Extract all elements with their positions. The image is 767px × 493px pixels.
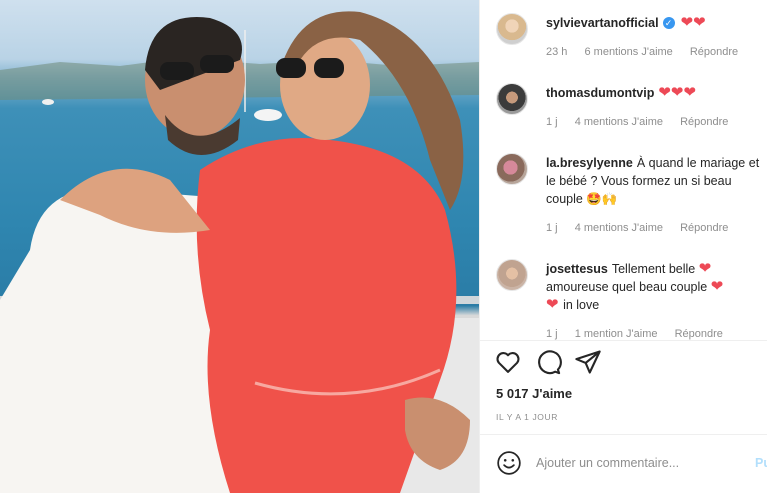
comment-body: thomasdumontvip ❤❤❤ <box>546 84 764 102</box>
post-photo[interactable] <box>0 0 479 493</box>
comment-input[interactable] <box>536 454 736 472</box>
comment-emoji: 🤩🙌 <box>586 192 618 206</box>
heart-emoji: ❤❤❤ <box>658 84 697 101</box>
reply-button[interactable]: Répondre <box>680 116 728 128</box>
comment-meta: 1 j 1 mention J'aime Répondre <box>546 328 737 340</box>
comment-text: amoureuse quel beau couple <box>546 280 708 294</box>
emoji-icon[interactable] <box>496 450 522 476</box>
avatar[interactable] <box>496 83 528 115</box>
comment-time[interactable]: 1 j <box>546 328 558 340</box>
divider <box>480 434 767 435</box>
comment-time[interactable]: 1 j <box>546 116 558 128</box>
reply-button[interactable]: Répondre <box>680 222 728 234</box>
heart-emoji: ❤ <box>710 278 724 295</box>
heart-emoji: ❤ <box>698 260 712 277</box>
photo-illustration <box>0 11 479 493</box>
avatar[interactable] <box>496 13 528 45</box>
comment-meta: 23 h 6 mentions J'aime Répondre <box>546 46 752 58</box>
comment-username[interactable]: sylvievartanofficial <box>546 16 659 30</box>
heart-icon[interactable] <box>494 348 522 376</box>
comment-icon[interactable] <box>534 348 562 376</box>
comment-username[interactable]: josettesus <box>546 262 608 276</box>
publish-button[interactable]: Pu <box>755 456 767 470</box>
comment-likes[interactable]: 6 mentions J'aime <box>584 46 672 58</box>
comment-likes[interactable]: 1 mention J'aime <box>575 328 658 340</box>
divider <box>480 340 767 341</box>
share-icon[interactable] <box>574 348 602 376</box>
comment-likes[interactable]: 4 mentions J'aime <box>575 116 663 128</box>
likes-count[interactable]: 5 017 J'aime <box>496 386 572 401</box>
comment-body: la.bresylyenne À quand le mariage et le b… <box>546 154 764 208</box>
post-side-panel: sylvievartanofficial ✓ ❤❤ 23 h 6 mentions … <box>480 0 767 493</box>
avatar[interactable] <box>496 153 528 185</box>
avatar[interactable] <box>496 259 528 291</box>
comment-username[interactable]: thomasdumontvip <box>546 86 654 100</box>
comment-time[interactable]: 23 h <box>546 46 567 58</box>
reply-button[interactable]: Répondre <box>690 46 738 58</box>
comment-username[interactable]: la.bresylyenne <box>546 156 633 170</box>
comment-meta: 1 j 4 mentions J'aime Répondre <box>546 116 742 128</box>
comment-likes[interactable]: 4 mentions J'aime <box>575 222 663 234</box>
heart-emoji: ❤❤ <box>680 14 706 31</box>
comment-text: in love <box>563 298 600 312</box>
comment-body: josettesus Tellement belle ❤ amoureuse qu… <box>546 260 764 314</box>
comment-time[interactable]: 1 j <box>546 222 558 234</box>
comments-list: sylvievartanofficial ✓ ❤❤ 23 h 6 mentions … <box>480 0 767 340</box>
heart-emoji: ❤ <box>546 296 559 313</box>
comment-body: sylvievartanofficial ✓ ❤❤ <box>546 14 764 32</box>
verified-icon: ✓ <box>662 17 675 29</box>
reply-button[interactable]: Répondre <box>675 328 723 340</box>
comment-meta: 1 j 4 mentions J'aime Répondre <box>546 222 742 234</box>
post-age[interactable]: IL Y A 1 JOUR <box>496 412 558 422</box>
comment-text: Tellement belle <box>611 262 696 276</box>
